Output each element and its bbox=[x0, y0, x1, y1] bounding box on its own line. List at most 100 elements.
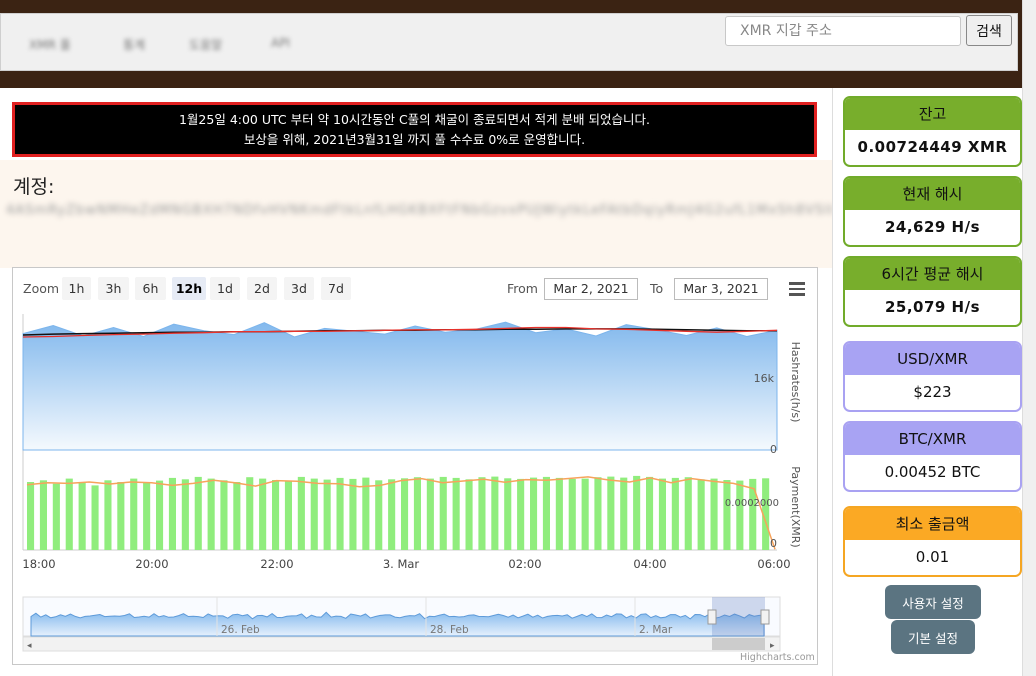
scroll-left-arrow-icon[interactable]: ◂ bbox=[27, 641, 32, 651]
wallet-search-input[interactable] bbox=[725, 16, 961, 46]
payment-bar bbox=[104, 480, 112, 550]
payment-bar bbox=[297, 476, 305, 550]
search-button[interactable]: 검색 bbox=[966, 15, 1012, 46]
navigator-label: 2. Mar bbox=[639, 624, 673, 636]
zoom-button-3d[interactable]: 3d bbox=[284, 277, 314, 300]
payment-bar bbox=[207, 478, 215, 550]
min-payout-label: 최소 출금액 bbox=[845, 508, 1020, 540]
payment-bar bbox=[736, 480, 744, 550]
x-tick-label: 06:00 bbox=[757, 557, 790, 571]
navigator-label: 28. Feb bbox=[430, 624, 469, 636]
zoom-button-1h[interactable]: 1h bbox=[62, 277, 91, 300]
payment-bar bbox=[52, 483, 60, 550]
payment-bar bbox=[39, 480, 47, 550]
payment-bar bbox=[697, 479, 705, 550]
hashrate-axis-label: Hashrates(h/s) bbox=[789, 342, 802, 423]
hashrate-ytick-16k: 16k bbox=[754, 372, 775, 385]
balance-value: 0.00724449 XMR bbox=[857, 138, 1008, 156]
payment-bar bbox=[388, 479, 396, 550]
notice-line-2: 보상을 위해, 2021년3월31일 까지 풀 수수료 0%로 운영합니다. bbox=[243, 132, 586, 147]
payment-bar bbox=[439, 476, 447, 550]
navigator-scrollbar-thumb[interactable] bbox=[712, 638, 765, 650]
payment-bar bbox=[310, 478, 318, 550]
payment-bar bbox=[220, 480, 228, 550]
current-hashrate-label: 현재 해시 bbox=[845, 178, 1020, 210]
account-label: 계정: bbox=[13, 176, 55, 198]
payment-bar bbox=[272, 480, 280, 550]
payment-bar bbox=[517, 478, 525, 550]
btc-xmr-label: BTC/XMR bbox=[845, 423, 1020, 455]
x-tick-label: 04:00 bbox=[633, 557, 666, 571]
zoom-button-7d[interactable]: 7d bbox=[321, 277, 351, 300]
account-address: 4ASmRyZbwNMHeZdMNGBXH7NDfvHVNKmdFtkLnfLH… bbox=[6, 203, 832, 218]
btc-xmr-value: 0.00452 BTC bbox=[884, 463, 981, 481]
payment-bar bbox=[27, 482, 35, 550]
payment-bar bbox=[491, 476, 499, 550]
zoom-button-2d[interactable]: 2d bbox=[247, 277, 277, 300]
x-tick-label: 3. Mar bbox=[383, 557, 420, 571]
payment-bar bbox=[478, 477, 486, 550]
payment-bar bbox=[246, 477, 254, 550]
payment-bar bbox=[413, 477, 421, 550]
default-settings-button[interactable]: 기본 설정 bbox=[891, 620, 975, 654]
payment-bar bbox=[156, 480, 164, 550]
navigator-scrollbar[interactable] bbox=[22, 636, 781, 652]
nav-item-help[interactable]: 도움말 bbox=[189, 36, 222, 53]
usd-xmr-card: USD/XMR $223 bbox=[843, 341, 1022, 412]
balance-label: 잔고 bbox=[845, 98, 1020, 130]
payment-bar bbox=[349, 478, 357, 550]
payment-bar bbox=[426, 478, 434, 550]
avg-hashrate-card: 6시간 평균 해시 25,079 H/s bbox=[843, 256, 1022, 327]
x-tick-label: 20:00 bbox=[135, 557, 168, 571]
payment-bar bbox=[362, 477, 370, 550]
payment-bar bbox=[194, 476, 202, 550]
payment-bar bbox=[620, 477, 628, 550]
user-settings-button[interactable]: 사용자 설정 bbox=[885, 585, 981, 619]
nav-item-stats[interactable]: 통계 bbox=[123, 36, 145, 53]
navigator-handle-left[interactable] bbox=[707, 609, 717, 625]
payment-bar bbox=[646, 476, 654, 550]
scroll-right-arrow-icon[interactable]: ▸ bbox=[770, 641, 775, 651]
payment-ytick-0: 0 bbox=[770, 537, 777, 550]
payment-bar bbox=[143, 482, 151, 550]
highcharts-credit[interactable]: Highcharts.com bbox=[740, 652, 815, 663]
payment-bar bbox=[710, 478, 718, 550]
zoom-button-3h[interactable]: 3h bbox=[98, 277, 129, 300]
nav-item-api[interactable]: API bbox=[271, 36, 290, 50]
payment-bar bbox=[375, 480, 383, 550]
payment-bar bbox=[594, 477, 602, 550]
payment-bar bbox=[117, 482, 125, 550]
to-date-input[interactable]: Mar 3, 2021 bbox=[674, 278, 768, 300]
payment-bar bbox=[181, 479, 189, 550]
zoom-button-6h[interactable]: 6h bbox=[135, 277, 166, 300]
usd-xmr-label: USD/XMR bbox=[845, 343, 1020, 375]
payment-bar bbox=[723, 480, 731, 550]
zoom-button-1d[interactable]: 1d bbox=[210, 277, 240, 300]
payment-plot bbox=[26, 475, 776, 550]
from-date-input[interactable]: Mar 2, 2021 bbox=[544, 278, 638, 300]
from-label: From bbox=[507, 281, 538, 296]
current-hashrate-value: 24,629 H/s bbox=[884, 218, 981, 236]
payment-bar bbox=[284, 481, 292, 550]
current-hashrate-card: 현재 해시 24,629 H/s bbox=[843, 176, 1022, 247]
navigator-handle-right[interactable] bbox=[760, 609, 770, 625]
avg-hashrate-label: 6시간 평균 해시 bbox=[845, 258, 1020, 290]
nav-item-pool[interactable]: XMR 풀 bbox=[29, 36, 71, 53]
chart-menu-icon[interactable] bbox=[789, 282, 805, 296]
zoom-button-12h[interactable]: 12h bbox=[172, 277, 206, 300]
payment-ytick-max: 0.0002000 bbox=[725, 498, 779, 509]
usd-xmr-value: $223 bbox=[913, 383, 952, 401]
payment-axis-label: Payment(XMR) bbox=[789, 466, 802, 547]
payment-bar bbox=[555, 477, 563, 550]
payment-bar bbox=[78, 482, 86, 550]
navigator[interactable]: 26. Feb 28. Feb 2. Mar ◂ ▸ bbox=[22, 596, 781, 652]
payment-bar bbox=[542, 476, 550, 550]
btc-xmr-card: BTC/XMR 0.00452 BTC bbox=[843, 421, 1022, 492]
zoom-label: Zoom bbox=[23, 281, 60, 296]
page-scrollbar[interactable] bbox=[1022, 0, 1036, 676]
payment-bar bbox=[91, 485, 99, 550]
balance-card: 잔고 0.00724449 XMR bbox=[843, 96, 1022, 167]
payment-bar bbox=[233, 482, 241, 550]
hashrate-payment-chart: 16k 0 Hashrates(h/s) 0.0002000 0 Payment… bbox=[22, 314, 802, 652]
payment-bar bbox=[452, 477, 460, 550]
